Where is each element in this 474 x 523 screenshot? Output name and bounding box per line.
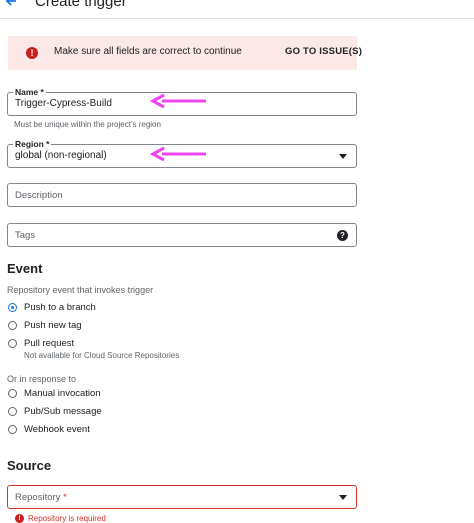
error-banner: ! Make sure all fields are correct to co…	[8, 36, 362, 70]
source-section-title: Source	[7, 458, 52, 473]
radio-label: Manual invocation	[24, 388, 101, 399]
radio-button[interactable]	[8, 389, 17, 398]
tags-placeholder: Tags	[15, 230, 36, 241]
radio-button[interactable]	[8, 339, 17, 348]
error-icon: !	[26, 47, 38, 59]
or-in-response-label: Or in response to	[7, 374, 77, 384]
banner-message: Make sure all fields are correct to cont…	[54, 46, 242, 57]
dropdown-arrow-icon	[339, 495, 347, 500]
dropdown-arrow-icon	[339, 154, 347, 159]
repository-placeholder: Repository *	[15, 492, 67, 503]
description-placeholder: Description	[15, 190, 63, 201]
radio-label: Push to a branch	[24, 302, 96, 313]
top-bar: Create trigger	[0, 0, 474, 19]
radio-label: Pull request	[24, 338, 75, 349]
region-label: Region *	[13, 138, 52, 150]
repository-select[interactable]: Repository *	[7, 485, 357, 509]
tags-field[interactable]: Tags ?	[7, 223, 357, 247]
event-section-title: Event	[7, 261, 43, 276]
pull-request-note: Not available for Cloud Source Repositor…	[24, 351, 180, 360]
arrow-back-icon[interactable]	[4, 0, 18, 8]
radio-label: Webhook event	[24, 424, 90, 435]
repo-event-label: Repository event that invokes trigger	[7, 285, 154, 295]
region-value: global (non-regional)	[15, 150, 107, 161]
radio-button[interactable]	[8, 425, 17, 434]
radio-button-checked[interactable]	[8, 303, 17, 312]
radio-label: Push new tag	[24, 320, 82, 331]
annotation-arrow-name	[150, 93, 206, 109]
name-input-value[interactable]: Trigger-Cypress-Build	[15, 98, 112, 109]
name-hint: Must be unique within the project's regi…	[14, 120, 161, 129]
help-icon[interactable]: ?	[337, 230, 348, 241]
annotation-arrow-region	[150, 146, 206, 162]
page-title: Create trigger	[35, 0, 127, 10]
go-to-issues-button[interactable]: GO TO ISSUE(S)	[285, 46, 362, 57]
radio-button[interactable]	[8, 321, 17, 330]
description-field[interactable]: Description	[7, 183, 357, 207]
radio-label: Pub/Sub message	[24, 406, 102, 417]
name-label: Name *	[13, 86, 46, 98]
radio-button[interactable]	[8, 407, 17, 416]
